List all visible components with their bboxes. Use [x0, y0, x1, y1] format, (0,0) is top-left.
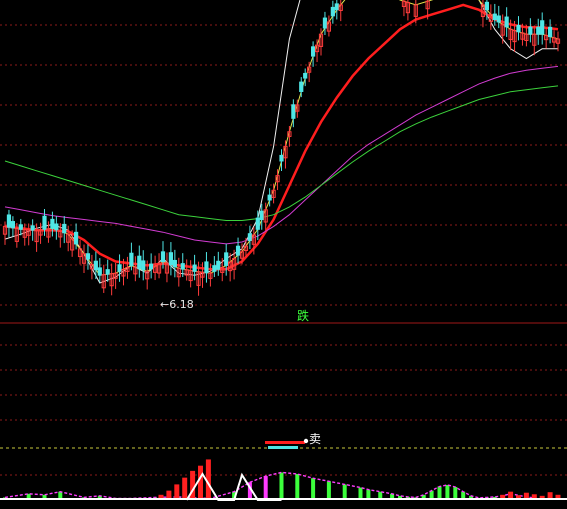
candle-body — [74, 231, 79, 245]
candle-body — [492, 13, 497, 21]
candle-body — [212, 265, 217, 272]
indicator-bar — [326, 481, 331, 500]
candle-body — [504, 16, 509, 28]
sell-signal-bar-lower — [268, 446, 298, 449]
candlesticks — [2, 0, 561, 296]
candle-body — [536, 26, 541, 35]
candle-body — [235, 245, 241, 256]
sell-pressure-bar — [182, 477, 188, 500]
candle-body — [141, 260, 146, 271]
candle-body — [204, 261, 209, 274]
candle-body — [291, 104, 296, 119]
candle-body — [267, 194, 272, 201]
indicator-bar — [263, 476, 268, 500]
candle-body — [30, 225, 35, 231]
indicator-bar — [311, 478, 316, 500]
grid-lines — [0, 24, 567, 476]
chart-labels: 跌 ←6.18 卖 — [160, 298, 321, 446]
indicator-bar — [342, 484, 347, 500]
candle-body — [192, 264, 197, 272]
indicator-bar — [437, 486, 442, 500]
candle-body — [484, 1, 489, 11]
candle-body — [224, 252, 229, 266]
candle-body — [50, 218, 55, 229]
low-price-label: ←6.18 — [160, 298, 194, 311]
candle-body — [311, 46, 316, 57]
candle-body — [42, 215, 47, 230]
candle-body — [279, 154, 284, 162]
candle-body — [172, 259, 177, 268]
indicator-bar — [445, 484, 450, 500]
candle-body — [93, 260, 98, 271]
candle-body — [117, 264, 122, 272]
stock-chart: 跌 ←6.18 卖 — [0, 0, 567, 501]
candle-body — [303, 72, 308, 79]
candle-body — [97, 267, 102, 276]
main-panel-label: 跌 — [297, 308, 309, 323]
candle-body — [10, 221, 16, 229]
candle-body — [255, 217, 260, 230]
moving-average-lines — [4, 0, 559, 284]
candle-body — [168, 252, 174, 266]
sub-panel-label: 卖 — [309, 432, 321, 446]
chart-area: 跌 ←6.18 卖 — [0, 0, 567, 505]
candle-body — [18, 224, 23, 230]
candle-body — [299, 81, 304, 92]
candle-body — [6, 214, 12, 228]
sell-signal-dot — [303, 438, 309, 444]
candle-body — [516, 24, 521, 33]
candle-body — [105, 269, 110, 275]
candle-body — [247, 233, 253, 242]
ma-yellow-line — [4, 0, 559, 276]
candle-body — [129, 252, 134, 266]
candle-body — [540, 20, 545, 35]
candle-body — [62, 223, 67, 234]
candle-body — [330, 6, 335, 17]
ma-white-line — [4, 0, 558, 284]
sell-pressure-bar — [190, 470, 196, 500]
candle-body — [160, 251, 166, 263]
candle-body — [334, 3, 339, 11]
candle-body — [137, 255, 142, 269]
candle-body — [528, 26, 533, 35]
candle-body — [54, 223, 59, 231]
candle-body — [180, 263, 185, 270]
sell-signal-bar — [265, 441, 305, 444]
indicator-bar — [295, 474, 300, 500]
candle-body — [548, 26, 553, 38]
ma-red-line — [4, 3, 559, 271]
indicator-bar — [279, 472, 284, 500]
candle-body — [496, 15, 501, 23]
candle-body — [259, 210, 264, 221]
candle-body — [85, 253, 91, 260]
candle-body — [322, 17, 328, 29]
sell-pressure-bar — [198, 465, 203, 500]
sell-pressure-bar — [174, 484, 180, 500]
candle-body — [149, 263, 154, 270]
candle-body — [216, 260, 221, 270]
